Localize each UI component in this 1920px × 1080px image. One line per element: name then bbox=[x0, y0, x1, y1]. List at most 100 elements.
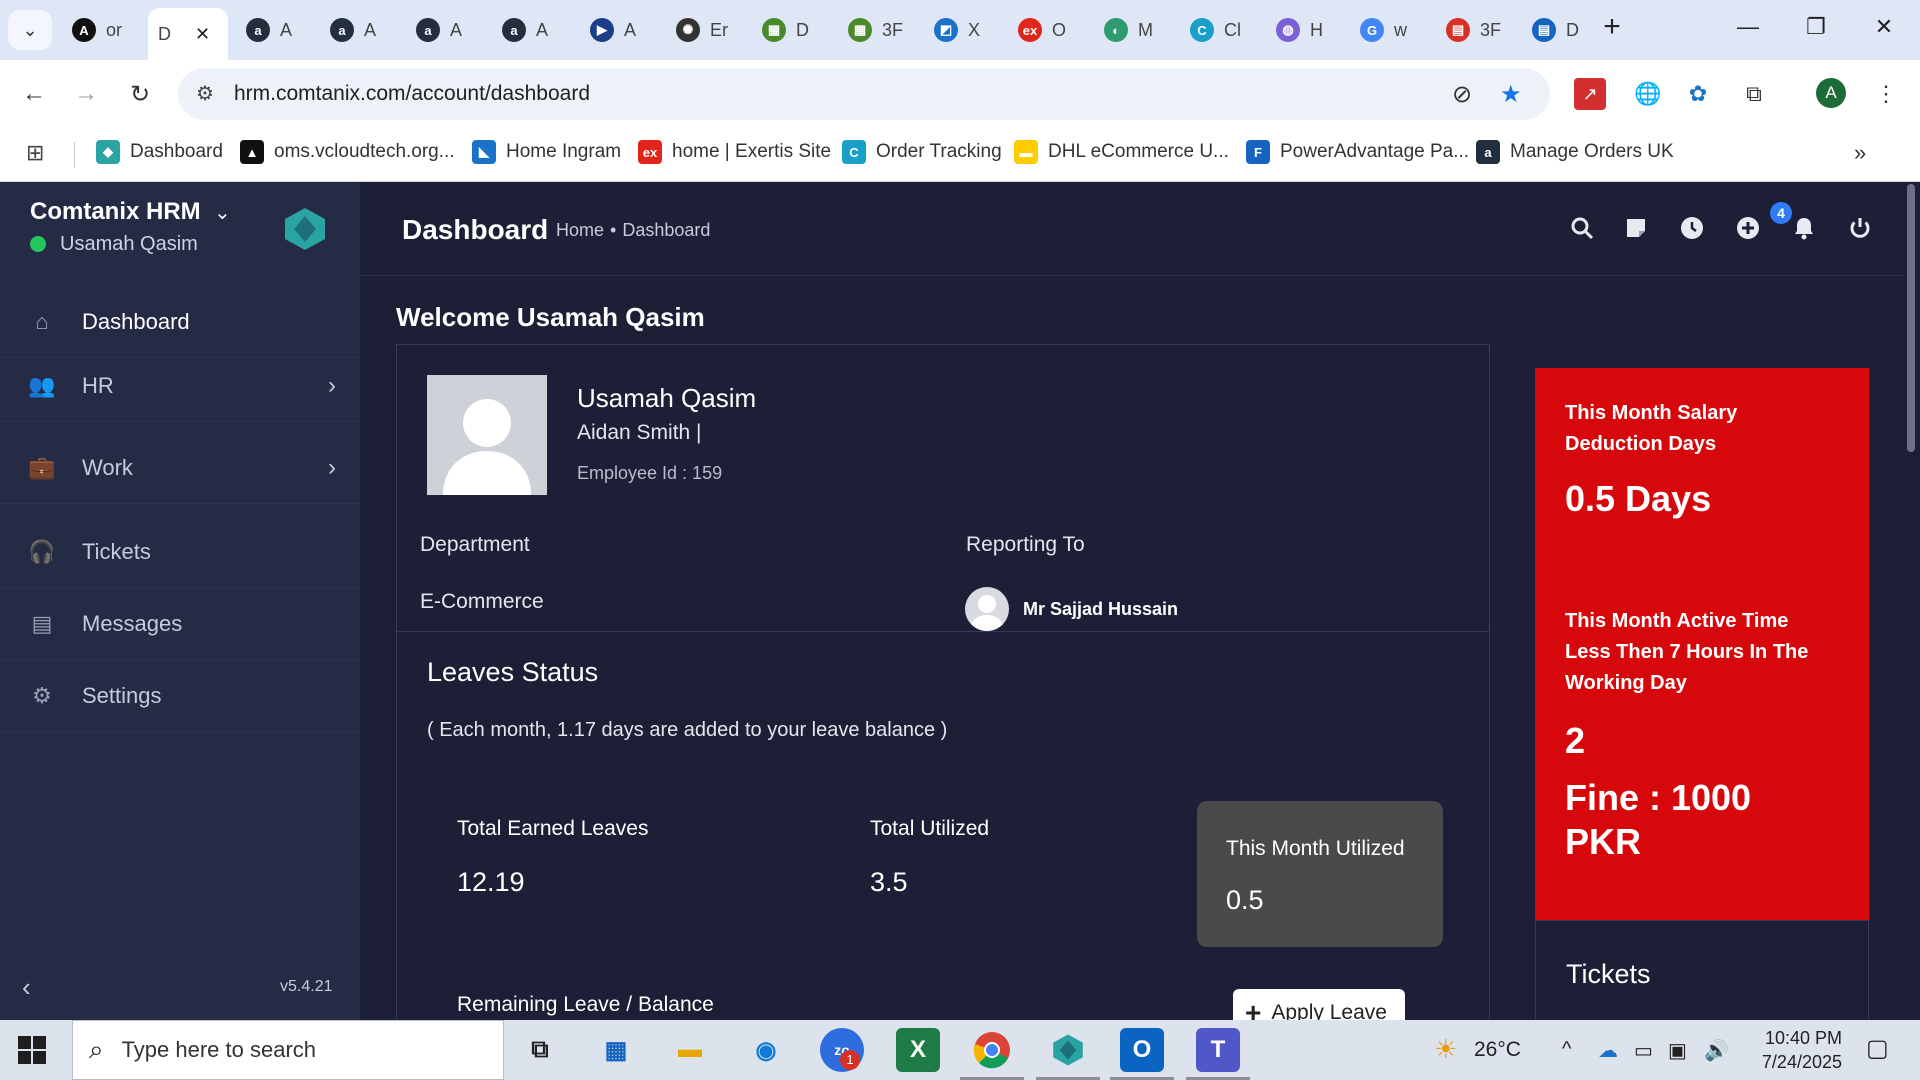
onedrive-icon[interactable]: ☁ bbox=[1598, 1038, 1618, 1063]
calculator-app-icon[interactable]: ▦ bbox=[594, 1028, 638, 1072]
pdf-extension-icon[interactable]: ↗ bbox=[1574, 78, 1606, 110]
url-text[interactable]: hrm.comtanix.com/account/dashboard bbox=[234, 82, 590, 106]
chrome-app-icon[interactable] bbox=[960, 1028, 1024, 1080]
bookmark-label: Manage Orders UK bbox=[1510, 141, 1674, 162]
edge-browser-icon[interactable]: ◉ bbox=[744, 1028, 788, 1072]
brand-dropdown-chevron-icon[interactable]: ⌄ bbox=[214, 200, 231, 225]
tab-search-button[interactable]: ⌄ bbox=[8, 10, 52, 50]
eye-off-icon[interactable]: ⊘ bbox=[1452, 80, 1472, 109]
browser-tab[interactable]: ▦ 3F bbox=[838, 10, 918, 50]
teams-app-icon[interactable]: T bbox=[1186, 1028, 1250, 1080]
browser-menu-icon[interactable]: ⋮ bbox=[1870, 78, 1902, 110]
outlook-app-icon[interactable]: O bbox=[1110, 1028, 1174, 1080]
browser-tab[interactable]: aA bbox=[320, 10, 400, 50]
address-bar[interactable]: ⚙ hrm.comtanix.com/account/dashboard ⊘ ★ bbox=[178, 68, 1550, 120]
sidebar-item-settings[interactable]: ⚙ Settings bbox=[0, 660, 360, 732]
more-bookmarks-icon[interactable]: » bbox=[1854, 140, 1866, 166]
tab-favicon-icon: a bbox=[502, 18, 526, 42]
browser-tab[interactable]: ◍ H bbox=[1266, 10, 1346, 50]
clock-icon[interactable] bbox=[1676, 212, 1708, 244]
salary-deduction-value: 0.5 Days bbox=[1565, 478, 1712, 519]
bookmark-item[interactable]: ▲ oms.vcloudtech.org... bbox=[240, 140, 455, 164]
power-icon[interactable] bbox=[1844, 212, 1876, 244]
apps-grid-icon[interactable]: ⊞ bbox=[26, 140, 44, 166]
tray-expand-icon[interactable]: ^ bbox=[1562, 1038, 1571, 1061]
temperature[interactable]: 26°C bbox=[1474, 1038, 1521, 1062]
vpn-extension-icon[interactable]: 🌐 bbox=[1632, 78, 1664, 110]
volume-icon[interactable]: 🔊 bbox=[1704, 1038, 1729, 1063]
bell-icon[interactable] bbox=[1788, 212, 1820, 244]
close-window-button[interactable]: ✕ bbox=[1864, 14, 1904, 40]
browser-tab[interactable]: C Cl bbox=[1180, 10, 1260, 50]
brand-name[interactable]: Comtanix HRM bbox=[30, 198, 201, 226]
forward-button[interactable]: → bbox=[66, 74, 106, 114]
extensions-puzzle-icon[interactable]: ⧉ bbox=[1738, 78, 1770, 110]
hrm-app-icon[interactable] bbox=[1036, 1028, 1100, 1080]
bookmark-star-icon[interactable]: ★ bbox=[1500, 80, 1522, 109]
sidebar-item-work[interactable]: 💼 Work › bbox=[0, 432, 360, 504]
browser-tab[interactable]: D ✕ bbox=[148, 8, 228, 60]
site-info-icon[interactable]: ⚙ bbox=[196, 81, 214, 106]
browser-tab[interactable]: Aor bbox=[62, 10, 142, 50]
breadcrumb-home[interactable]: Home bbox=[556, 220, 604, 241]
sidebar-item-tickets[interactable]: 🎧 Tickets bbox=[0, 516, 360, 588]
battery-icon[interactable]: ▭ bbox=[1634, 1038, 1653, 1063]
task-view-icon[interactable]: ⧉ bbox=[518, 1028, 562, 1072]
reporting-to-name[interactable]: Mr Sajjad Hussain bbox=[1023, 599, 1178, 620]
reporting-to-label: Reporting To bbox=[966, 533, 1085, 556]
windows-start-icon[interactable] bbox=[18, 1036, 46, 1064]
new-tab-plus-icon[interactable]: + bbox=[1592, 10, 1632, 44]
bookmark-item[interactable]: C Order Tracking bbox=[842, 140, 1002, 164]
fine-amount: Fine : 1000 PKR bbox=[1565, 777, 1752, 862]
page-scrollbar[interactable] bbox=[1902, 182, 1920, 1020]
search-icon[interactable] bbox=[1566, 212, 1598, 244]
browser-tab[interactable]: ◐ M bbox=[1094, 10, 1174, 50]
browser-tab[interactable]: ✺ Er bbox=[666, 10, 746, 50]
sidebar-item-hr[interactable]: 👥 HR › bbox=[0, 350, 360, 422]
bookmark-item[interactable]: ◆ Dashboard bbox=[96, 140, 223, 164]
excel-app-icon[interactable]: X bbox=[896, 1028, 940, 1072]
profile-avatar[interactable]: A bbox=[1816, 78, 1846, 108]
sidebar-item-messages[interactable]: ▤ Messages bbox=[0, 588, 360, 660]
restore-button[interactable]: ❐ bbox=[1796, 14, 1836, 40]
weather-icon[interactable]: ☀ bbox=[1434, 1034, 1457, 1065]
browser-tab[interactable]: ex O bbox=[1008, 10, 1088, 50]
bookmark-item[interactable]: a Manage Orders UK bbox=[1476, 140, 1674, 164]
browser-tab[interactable]: aA bbox=[236, 10, 316, 50]
notes-icon[interactable] bbox=[1620, 212, 1652, 244]
close-tab-icon[interactable]: ✕ bbox=[195, 24, 210, 45]
browser-tab[interactable]: ▶ A bbox=[580, 10, 660, 50]
bookmark-label: PowerAdvantage Pa... bbox=[1280, 141, 1470, 162]
bookmark-item[interactable]: ◣ Home Ingram bbox=[472, 140, 621, 164]
browser-tab[interactable]: ▦ D bbox=[752, 10, 832, 50]
browser-tab[interactable]: Gw bbox=[1350, 10, 1430, 50]
browser-tab[interactable]: ▤ D bbox=[1522, 10, 1602, 50]
taskbar-search[interactable]: ⌕ Type here to search bbox=[72, 1020, 504, 1080]
network-icon[interactable]: ▣ bbox=[1668, 1038, 1687, 1063]
browser-tab[interactable]: aA bbox=[492, 10, 572, 50]
bookmark-item[interactable]: ▬ DHL eCommerce U... bbox=[1014, 140, 1229, 164]
browser-tab[interactable]: aA bbox=[406, 10, 486, 50]
collapse-sidebar-icon[interactable]: ‹ bbox=[22, 972, 31, 1003]
file-explorer-icon[interactable]: ▬ bbox=[668, 1028, 712, 1072]
bookmark-item[interactable]: F PowerAdvantage Pa... bbox=[1246, 140, 1469, 164]
system-clock[interactable]: 10:40 PM 7/24/2025 bbox=[1746, 1026, 1842, 1074]
browser-tab[interactable]: ▤ 3F bbox=[1436, 10, 1516, 50]
bookmark-item[interactable]: ex home | Exertis Site bbox=[638, 140, 831, 164]
bookmark-label: home | Exertis Site bbox=[672, 141, 832, 162]
bookmark-favicon-icon: ▲ bbox=[240, 140, 264, 164]
sidebar-item-dashboard[interactable]: ⌂ Dashboard bbox=[0, 286, 360, 358]
tab-title: M bbox=[1138, 19, 1153, 40]
tab-title: O bbox=[1052, 19, 1067, 40]
total-earned-label: Total Earned Leaves bbox=[457, 817, 649, 840]
browser-tab[interactable]: ◩ X bbox=[924, 10, 1004, 50]
minimize-button[interactable]: — bbox=[1728, 14, 1768, 40]
reload-button[interactable]: ↻ bbox=[120, 74, 160, 114]
scrollbar-thumb[interactable] bbox=[1907, 184, 1915, 452]
extension-settings-icon[interactable]: ✿ bbox=[1682, 78, 1714, 110]
add-circle-icon[interactable] bbox=[1732, 212, 1764, 244]
bookmark-label: DHL eCommerce U... bbox=[1048, 141, 1229, 162]
back-button[interactable]: ← bbox=[14, 74, 54, 114]
remaining-leave-label: Remaining Leave / Balance bbox=[457, 993, 714, 1016]
notifications-center-icon[interactable]: ▢ bbox=[1866, 1034, 1889, 1063]
